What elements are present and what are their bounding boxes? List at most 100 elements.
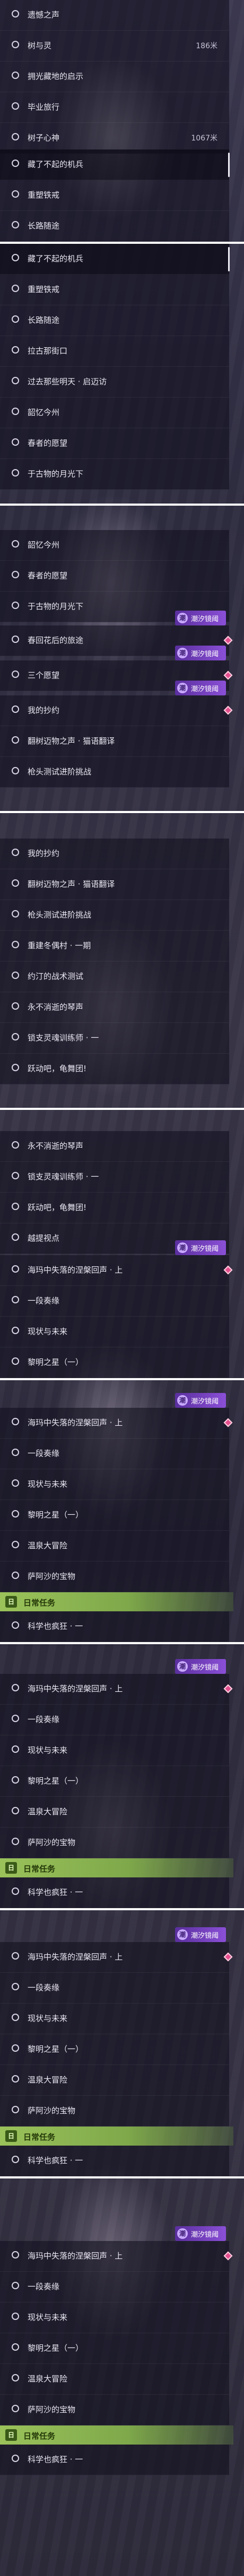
quest-row[interactable]: 跃动吧，龟舞团!	[0, 1054, 229, 1084]
quest-row[interactable]: 翻树迈物之声 · 猫语翻译	[0, 869, 229, 900]
quest-row[interactable]: 锁支灵魂训练师 · 一	[0, 1023, 229, 1054]
quest-row[interactable]: 现状与未来	[0, 2302, 229, 2333]
quest-row[interactable]: 温泉大冒险	[0, 1797, 229, 1828]
quest-row[interactable]: 海玛中失落的涅槃回声 · 上	[0, 1674, 233, 1705]
quest-row[interactable]: 科学也疯狂 · 一	[0, 1611, 229, 1642]
quest-label: 一段奏缘	[28, 1715, 60, 1724]
radio-circle-icon	[12, 1952, 19, 1960]
quest-label: 于古物的月光下	[28, 469, 84, 479]
quest-row[interactable]: 毕业旅行	[0, 92, 229, 123]
section-header-daily[interactable]: 日日常任务	[0, 2425, 233, 2445]
quest-row-selected[interactable]: 藏了不起的机兵	[0, 149, 230, 180]
quest-row[interactable]: 科学也疯狂 · 一	[0, 1877, 229, 1908]
quest-row[interactable]: 一段奏缘	[0, 1973, 229, 2004]
quest-row[interactable]: 拥光藏地的启示	[0, 61, 229, 92]
quest-row[interactable]: 永不消逝的琴声	[0, 1131, 229, 1162]
quest-label: 树与灵	[28, 41, 52, 50]
quest-label: 温泉大冒险	[28, 1541, 68, 1550]
quest-row[interactable]: 黎明之星（一）	[0, 2034, 229, 2065]
quest-row[interactable]: 黎明之星（一）	[0, 2333, 229, 2364]
quest-row[interactable]: 黎明之星（一）	[0, 1347, 229, 1378]
quest-row[interactable]: 跃动吧，龟舞团!	[0, 1193, 229, 1223]
tide-icon: 潮	[177, 613, 188, 623]
radio-circle-icon	[12, 1357, 19, 1365]
quest-row[interactable]: 温泉大冒险	[0, 2065, 229, 2096]
quest-row[interactable]: 韶忆今州	[0, 398, 229, 428]
quest-row[interactable]: 现状与未来	[0, 1735, 229, 1766]
quest-row[interactable]: 翻树迈物之声 · 猫语翻译	[0, 726, 229, 757]
quest-row[interactable]: 萨阿沙的宝物	[0, 1828, 229, 1858]
radio-circle-icon	[12, 2075, 19, 2083]
badge-label: 潮汐镜阈	[191, 685, 219, 693]
quest-row[interactable]: 拉古那街口	[0, 336, 229, 367]
quest-row[interactable]: 黎明之星（一）	[0, 1766, 229, 1797]
quest-row[interactable]: 枪头测试进阶挑战	[0, 900, 229, 931]
quest-row[interactable]: 重塑铁戒	[0, 180, 229, 211]
quest-row[interactable]: 长路随途	[0, 211, 229, 242]
quest-row[interactable]: 现状与未来	[0, 1469, 229, 1500]
radio-circle-icon	[12, 1449, 19, 1456]
quest-row[interactable]: 约汀的战术测试	[0, 961, 229, 992]
quest-row[interactable]: 春者的愿望	[0, 561, 229, 592]
quest-row[interactable]: 科学也疯狂 · 一	[0, 2445, 229, 2475]
radio-circle-icon	[12, 2044, 19, 2052]
quest-row[interactable]: 我的抄约	[0, 695, 233, 726]
radio-circle-icon	[12, 10, 19, 17]
quest-row[interactable]: 长路随途	[0, 305, 229, 336]
quest-row[interactable]: 海玛中失落的涅槃回声 · 上	[0, 1255, 233, 1286]
quest-row[interactable]: 一段奏缘	[0, 1286, 229, 1317]
quest-row[interactable]: 重建冬偶村 · 一期	[0, 931, 229, 961]
quest-label: 萨阿沙的宝物	[28, 1838, 76, 1847]
quest-row[interactable]: 现状与未来	[0, 1317, 229, 1347]
radio-circle-icon	[12, 736, 19, 744]
quest-label: 树子心神	[28, 133, 60, 143]
quest-row[interactable]: 海玛中失落的涅槃回声 · 上	[0, 1408, 233, 1439]
quest-row[interactable]: 一段奏缘	[0, 2272, 229, 2302]
quest-row[interactable]: 我的抄约	[0, 839, 229, 869]
quest-row[interactable]: 春者的愿望	[0, 428, 229, 459]
quest-row[interactable]: 重塑铁戒	[0, 275, 229, 305]
divider	[0, 811, 244, 813]
quest-label: 枪头测试进阶挑战	[28, 767, 92, 777]
divider	[0, 2176, 244, 2178]
daily-task-icon: 日	[5, 2429, 17, 2441]
quest-label: 遗憾之声	[28, 10, 60, 20]
tide-badge: 潮潮汐镜阈	[175, 1927, 226, 1942]
quest-row[interactable]: 萨阿沙的宝物	[0, 1562, 229, 1592]
quest-row[interactable]: 科学也疯狂 · 一	[0, 2146, 229, 2176]
section-header-daily[interactable]: 日日常任务	[0, 1592, 233, 1611]
quest-row[interactable]: 一段奏缘	[0, 1705, 229, 1735]
radio-circle-icon	[12, 1064, 19, 1071]
radio-circle-icon	[12, 190, 19, 198]
quest-row[interactable]: 现状与未来	[0, 2004, 229, 2034]
quest-row[interactable]: 枪头测试进阶挑战	[0, 757, 229, 788]
quest-row[interactable]: 韶忆今州	[0, 530, 229, 561]
quest-row[interactable]: 海玛中失落的涅槃回声 · 上	[0, 1942, 233, 1973]
quest-row[interactable]: 遗憾之声	[0, 0, 229, 31]
quest-row-selected[interactable]: 藏了不起的机兵	[0, 244, 230, 275]
quest-label: 黎明之星（一）	[28, 1776, 84, 1786]
quest-label: 长路随途	[28, 315, 60, 325]
quest-row[interactable]: 过去那些明天 · 启迈访	[0, 367, 229, 398]
quest-row[interactable]: 温泉大冒险	[0, 1531, 229, 1562]
quest-row[interactable]: 萨阿沙的宝物	[0, 2395, 229, 2425]
quest-row[interactable]: 树与灵 186米	[0, 31, 229, 61]
quest-row[interactable]: 锁支灵魂训练师 · 一	[0, 1162, 229, 1193]
quest-row[interactable]: 温泉大冒险	[0, 2364, 229, 2395]
radio-circle-icon	[12, 1776, 19, 1784]
radio-circle-icon	[12, 879, 19, 887]
radio-circle-icon	[12, 346, 19, 354]
quest-row[interactable]: 萨阿沙的宝物	[0, 2096, 229, 2127]
quest-row[interactable]: 海玛中失落的涅槃回声 · 上	[0, 2241, 233, 2272]
quest-row[interactable]: 一段奏缘	[0, 1439, 229, 1469]
tide-icon: 潮	[177, 1242, 188, 1253]
quest-label: 春者的愿望	[28, 571, 68, 580]
section-header-daily[interactable]: 日日常任务	[0, 2127, 233, 2146]
section-header-daily[interactable]: 日日常任务	[0, 1858, 233, 1877]
quest-row[interactable]: 于古物的月光下	[0, 459, 229, 490]
quest-row[interactable]: 永不消逝的琴声	[0, 992, 229, 1023]
quest-row[interactable]: 黎明之星（一）	[0, 1500, 229, 1531]
radio-circle-icon	[12, 1141, 19, 1149]
divider	[0, 1378, 244, 1380]
radio-circle-icon	[12, 160, 19, 167]
